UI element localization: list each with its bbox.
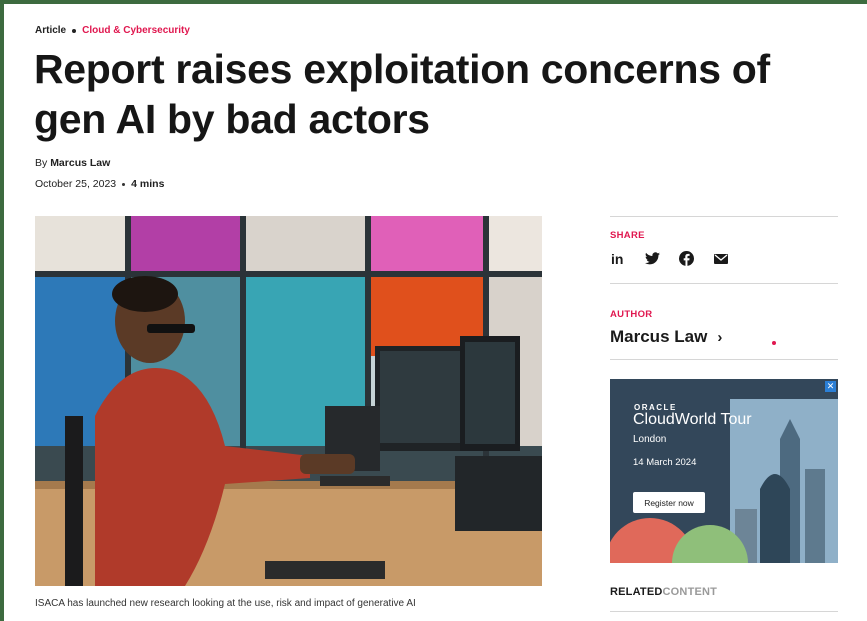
image-caption: ISACA has launched new research looking … — [35, 598, 416, 609]
author-label: AUTHOR — [610, 309, 653, 320]
svg-text:in: in — [611, 252, 623, 266]
byline-prefix: By — [35, 157, 48, 169]
email-icon[interactable] — [712, 250, 729, 267]
author-name: Marcus Law — [610, 327, 708, 346]
article-meta: October 25, 2023 4 mins — [35, 178, 164, 190]
article-title: Report raises exploitation concerns of g… — [34, 46, 770, 142]
hero-illustration — [35, 216, 542, 586]
share-icons: in — [610, 250, 838, 267]
ad-close-icon[interactable]: ✕ — [825, 381, 836, 392]
advertisement-banner[interactable]: ✕ ORACLE CloudWorld Tour London 14 March… — [610, 379, 838, 563]
breadcrumb-category[interactable]: Cloud & Cybersecurity — [82, 25, 190, 36]
register-button[interactable]: Register now — [633, 492, 705, 513]
divider — [610, 359, 838, 360]
breadcrumb-separator — [72, 28, 77, 33]
meta-separator — [122, 182, 126, 186]
share-section: SHARE in — [610, 217, 838, 283]
ad-city: London — [633, 434, 667, 445]
twitter-icon[interactable] — [644, 250, 661, 267]
linkedin-icon[interactable]: in — [610, 250, 627, 267]
byline: By Marcus Law — [35, 157, 110, 169]
breadcrumb: Article Cloud & Cybersecurity — [35, 25, 190, 36]
ad-date: 14 March 2024 — [633, 457, 697, 468]
author-section: AUTHOR Marcus Law › — [610, 284, 838, 359]
read-time: 4 mins — [131, 178, 165, 190]
ad-headline: CloudWorld Tour — [633, 411, 752, 428]
related-label-part2: CONTENT — [662, 586, 718, 598]
hero-image — [35, 216, 542, 586]
sidebar: SHARE in AUTHOR Marcus Law › — [610, 216, 838, 360]
facebook-icon[interactable] — [678, 250, 695, 267]
breadcrumb-article[interactable]: Article — [35, 25, 66, 36]
byline-author[interactable]: Marcus Law — [50, 157, 110, 169]
publish-date: October 25, 2023 — [35, 178, 117, 190]
share-label: SHARE — [610, 230, 645, 241]
related-content-heading: RELATEDCONTENT — [610, 586, 717, 598]
indicator-dot — [772, 341, 776, 345]
related-label-part1: RELATED — [610, 586, 663, 598]
chevron-right-icon: › — [717, 328, 723, 346]
author-link[interactable]: Marcus Law › — [610, 327, 838, 347]
divider — [610, 611, 838, 612]
